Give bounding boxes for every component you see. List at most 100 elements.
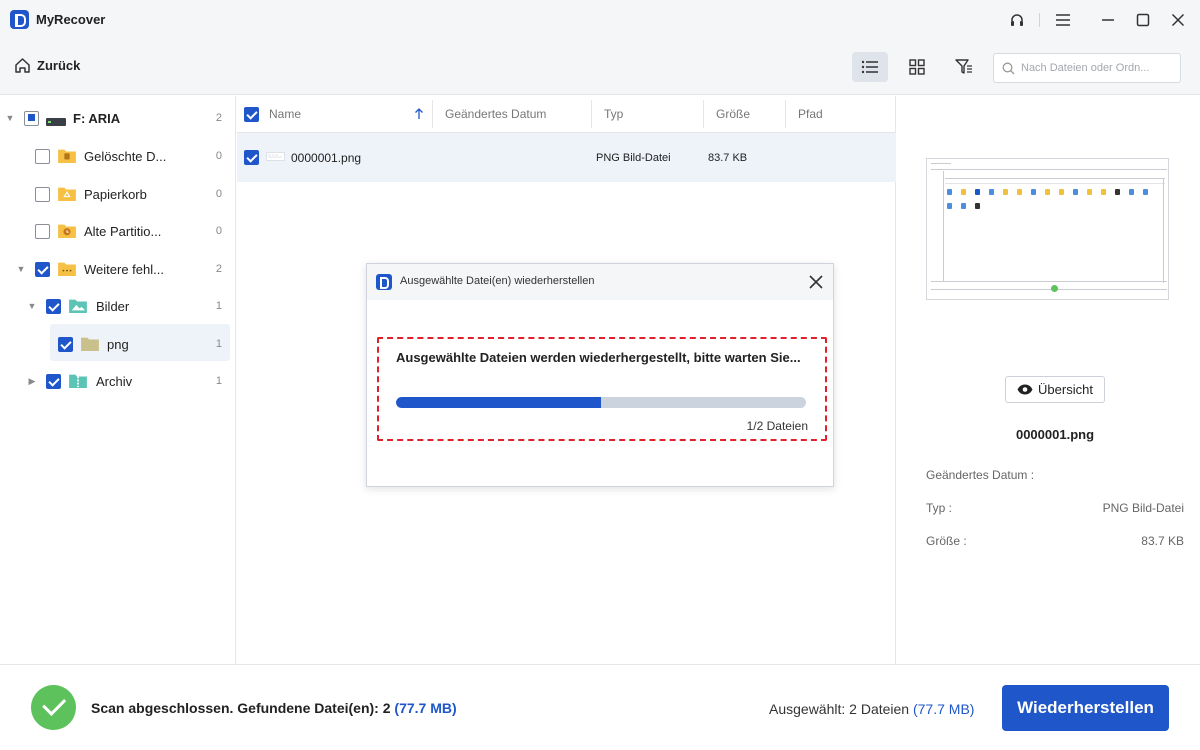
file-name: 0000001.png (291, 151, 362, 165)
caret-down-icon[interactable]: ▼ (16, 264, 26, 274)
tree-label-more-missing: Weitere fehl... (84, 261, 164, 277)
maximize-icon[interactable] (1131, 8, 1155, 32)
status-bar: Scan abgeschlossen. Gefundene Datei(en):… (0, 664, 1200, 750)
success-check-icon (31, 685, 76, 730)
dialog-header: Ausgewählte Datei(en) wiederherstellen (367, 264, 833, 300)
file-thumbnail-icon (266, 152, 285, 161)
tree-checkbox-archive[interactable] (46, 373, 61, 389)
column-separator[interactable] (591, 100, 592, 128)
tree-checkbox-more-missing[interactable] (35, 261, 50, 277)
preview-value-size: 83.7 KB (1141, 534, 1184, 548)
tree-checkbox-deleted[interactable] (35, 148, 50, 164)
tree-label-drive: F: ARIA (73, 110, 121, 126)
tree-checkbox-recycle-bin[interactable] (35, 186, 50, 202)
more-folder-icon (58, 262, 76, 276)
tree-label-images: Bilder (96, 298, 130, 314)
tree-label-recycle-bin: Papierkorb (84, 186, 147, 202)
tree-checkbox-png[interactable] (58, 336, 73, 352)
tree-count-png: 1 (215, 338, 222, 350)
title-bar: MyRecover (0, 0, 1200, 40)
caret-down-icon[interactable]: ▼ (27, 301, 37, 311)
column-name[interactable]: Name (269, 107, 301, 121)
tree-count-drive: 2 (215, 112, 222, 124)
table-row[interactable]: 0000001.png PNG Bild-Datei 83.7 KB (237, 133, 896, 182)
tree-item-drive[interactable]: ▼ F: ARIA 2 (0, 100, 236, 136)
caret-down-icon[interactable]: ▼ (5, 113, 15, 123)
tree-count-deleted: 0 (215, 150, 222, 162)
progress-bar (396, 397, 806, 408)
tree-checkbox-images[interactable] (46, 298, 61, 314)
caret-right-icon[interactable]: ▶ (27, 376, 37, 386)
tree-count-more-missing: 2 (215, 263, 222, 275)
search-icon (1002, 62, 1015, 74)
filter-icon (955, 59, 972, 74)
progress-count: 1/2 Dateien (746, 419, 808, 433)
drive-icon (46, 118, 66, 126)
close-icon[interactable] (1166, 8, 1190, 32)
tree-item-old-partition[interactable]: Alte Partitio... 0 (0, 213, 236, 249)
column-type[interactable]: Typ (604, 107, 623, 121)
tree-checkbox-old-partition[interactable] (35, 223, 50, 239)
grid-view-icon (909, 59, 925, 75)
file-list-header: Name Geändertes Datum Typ Größe Pfad (237, 96, 896, 133)
file-size: 83.7 KB (708, 152, 748, 164)
tree-checkbox-drive[interactable] (24, 110, 39, 126)
preview-label-date: Geändertes Datum : (926, 468, 1035, 482)
folder-icon (81, 337, 99, 351)
back-button[interactable]: Zurück (14, 57, 80, 74)
sort-up-icon[interactable] (414, 108, 424, 120)
tree-count-archive: 1 (215, 375, 222, 387)
scan-status-size: (77.7 MB) (394, 700, 457, 716)
column-date[interactable]: Geändertes Datum (445, 107, 546, 121)
search-box[interactable] (993, 53, 1181, 83)
tree-item-png[interactable]: png 1 (0, 326, 236, 362)
preview-value-type: PNG Bild-Datei (1102, 501, 1184, 515)
home-icon (15, 58, 30, 73)
back-label: Zurück (37, 58, 81, 73)
preview-file-name: 0000001.png (1015, 427, 1095, 442)
preview-label-size: Größe : (926, 534, 967, 548)
title-separator (1039, 13, 1040, 27)
list-view-button[interactable] (852, 52, 888, 82)
overview-button[interactable]: Übersicht (1005, 376, 1105, 403)
folder-tree: ▼ F: ARIA 2 Gelöschte D... 0 Papierkorb … (0, 96, 236, 664)
selection-summary-text: Ausgewählt: 2 Dateien (769, 701, 910, 717)
minimize-icon[interactable] (1096, 8, 1120, 32)
tree-item-deleted[interactable]: Gelöschte D... 0 (0, 138, 236, 174)
selection-summary: Ausgewählt: 2 Dateien (77.7 MB) (769, 701, 974, 717)
recycle-folder-icon (58, 187, 76, 201)
tree-count-recycle-bin: 0 (215, 188, 222, 200)
search-input[interactable] (1021, 62, 1171, 74)
column-separator[interactable] (703, 100, 704, 128)
dialog-title: Ausgewählte Datei(en) wiederherstellen (400, 275, 595, 287)
tree-label-png: png (107, 336, 129, 352)
progress-bar-fill (396, 397, 601, 408)
tree-item-images[interactable]: ▼ Bilder 1 (0, 288, 236, 324)
tree-item-archive[interactable]: ▶ Archiv 1 (0, 363, 236, 399)
restore-button[interactable]: Wiederherstellen (1002, 685, 1169, 731)
overview-label: Übersicht (1038, 382, 1093, 397)
archive-folder-icon (69, 374, 87, 388)
column-separator[interactable] (432, 100, 433, 128)
tree-count-old-partition: 0 (215, 225, 222, 237)
selection-summary-size: (77.7 MB) (912, 701, 975, 717)
app-title: MyRecover (36, 12, 106, 27)
scan-status-text: Scan abgeschlossen. Gefundene Datei(en):… (91, 700, 391, 716)
tree-item-more-missing[interactable]: ▼ Weitere fehl... 2 (0, 251, 236, 287)
clock-folder-icon (58, 224, 76, 238)
dialog-message: Ausgewählte Dateien werden wiederhergest… (396, 350, 801, 365)
select-all-checkbox[interactable] (244, 107, 259, 122)
support-headset-icon[interactable] (1005, 8, 1029, 32)
filter-button[interactable] (946, 52, 982, 82)
grid-view-button[interactable] (899, 52, 935, 82)
list-view-icon (861, 60, 878, 74)
column-size[interactable]: Größe (716, 107, 750, 121)
dialog-close-icon[interactable] (807, 273, 825, 291)
deleted-folder-icon (58, 149, 76, 163)
menu-icon[interactable] (1051, 8, 1075, 32)
column-path[interactable]: Pfad (798, 107, 823, 121)
column-separator[interactable] (785, 100, 786, 128)
row-checkbox[interactable] (244, 150, 259, 165)
preview-thumbnail (926, 158, 1169, 300)
tree-item-recycle-bin[interactable]: Papierkorb 0 (0, 176, 236, 212)
